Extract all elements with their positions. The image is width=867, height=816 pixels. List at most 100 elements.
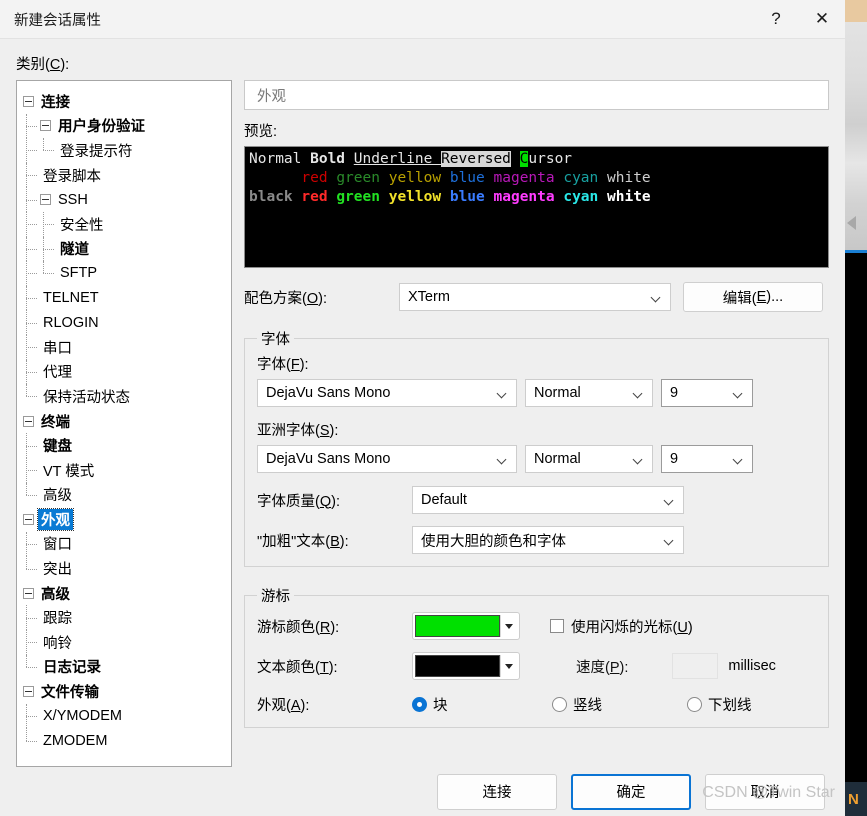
background-terminal	[845, 253, 867, 782]
tree-item[interactable]: 高级	[23, 482, 227, 508]
blink-cursor-checkbox[interactable]: 使用闪烁的光标(U)	[550, 616, 693, 637]
font-group: 字体 字体(F): DejaVu Sans Mono Normal 9 亚洲字体…	[244, 328, 829, 567]
tree-item[interactable]: X/YMODEM	[23, 703, 227, 729]
text-color-picker[interactable]	[412, 652, 520, 680]
background-window-titlebar	[845, 0, 867, 22]
cursor-group: 游标 游标颜色(R): 使用闪烁的光标(U) 文本颜色(T): 速度(P): m…	[244, 585, 829, 728]
tree-connector	[23, 531, 40, 557]
tree-item[interactable]: 窗口	[23, 531, 227, 557]
asian-font-size-select[interactable]: 9	[661, 445, 753, 473]
tree-expand-toggle-icon[interactable]	[40, 120, 51, 132]
tree-item[interactable]: 响铃	[23, 630, 227, 655]
chevron-down-icon	[498, 389, 507, 398]
font-row: DejaVu Sans Mono Normal 9	[257, 379, 816, 407]
font-quality-row: 字体质量(Q): Default	[257, 486, 816, 514]
tree-item[interactable]: 保持活动状态	[23, 384, 227, 409]
taskbar[interactable]: N	[845, 782, 867, 816]
help-button[interactable]: ?	[753, 0, 799, 38]
tree-item[interactable]: VT 模式	[23, 457, 227, 483]
tree-item[interactable]: 跟踪	[23, 605, 227, 630]
tree-expand-toggle-icon[interactable]	[40, 194, 51, 206]
cursor-color-label: 游标颜色(R):	[257, 619, 340, 636]
tree-item[interactable]: RLOGIN	[23, 310, 227, 335]
tree-item-label: 日志记录	[43, 660, 101, 677]
radio-icon	[412, 697, 427, 712]
collapse-left-arrow-icon[interactable]	[847, 216, 856, 230]
tree-expand-toggle-icon[interactable]	[23, 95, 34, 107]
checkbox-icon	[550, 619, 564, 633]
tree-item[interactable]: 登录提示符	[23, 138, 227, 163]
preview-color-magenta: magenta	[493, 189, 555, 205]
tree-item-label: VT 模式	[43, 463, 95, 480]
chevron-down-icon	[634, 389, 643, 398]
tree-item[interactable]: 隧道	[23, 236, 227, 262]
preview-line3: black red green yellow blue magenta cyan…	[249, 189, 651, 205]
font-quality-value: Default	[421, 492, 467, 508]
speed-input[interactable]	[672, 653, 719, 679]
color-scheme-value: XTerm	[408, 289, 450, 305]
font-family-value: DejaVu Sans Mono	[266, 385, 391, 401]
tree-expand-toggle-icon[interactable]	[23, 686, 34, 698]
tree-item[interactable]: 登录脚本	[23, 162, 227, 188]
tree-item[interactable]: 安全性	[23, 211, 227, 237]
tree-item[interactable]: 高级	[23, 581, 227, 606]
bold-text-select[interactable]: 使用大胆的颜色和字体	[412, 526, 684, 554]
cursor-shape-option-vertical[interactable]: 竖线	[552, 694, 687, 715]
asian-font-style-value: Normal	[534, 451, 581, 467]
tree-item[interactable]: ZMODEM	[23, 728, 227, 753]
asian-font-size-value: 9	[670, 451, 679, 467]
tree-item[interactable]: TELNET	[23, 285, 227, 311]
tree-item[interactable]: 终端	[23, 409, 227, 434]
tree-item-label: 隧道	[60, 242, 89, 259]
font-size-select[interactable]: 9	[661, 379, 753, 407]
preview-color-yellow: yellow	[388, 170, 442, 186]
tree-item-label: 用户身份验证	[58, 119, 145, 136]
tree-expand-toggle-icon[interactable]	[23, 587, 34, 599]
chevron-down-icon	[665, 496, 674, 505]
category-tree[interactable]: 连接用户身份验证登录提示符登录脚本 SSH 安全性隧道 SFTP TELNET RLOGI…	[16, 80, 232, 767]
tree-item[interactable]: 文件传输	[23, 679, 227, 704]
cursor-shape-option-block[interactable]: 块	[412, 694, 552, 715]
tree-item-label: 键盘	[43, 439, 72, 456]
cursor-shape-option-underline[interactable]: 下划线	[687, 694, 752, 715]
tree-item[interactable]: 日志记录	[23, 654, 227, 680]
preview-label: 预览:	[244, 124, 278, 140]
chevron-down-icon[interactable]	[500, 655, 517, 677]
tree-item[interactable]: 用户身份验证	[23, 113, 227, 139]
tree-expand-toggle-icon[interactable]	[23, 415, 34, 427]
tree-item[interactable]: SFTP	[23, 261, 227, 286]
tree-item[interactable]: 串口	[23, 334, 227, 360]
asian-font-family-select[interactable]: DejaVu Sans Mono	[257, 445, 517, 473]
font-style-select[interactable]: Normal	[525, 379, 653, 407]
dialog-titlebar[interactable]: 新建会话属性 ? ✕	[0, 0, 845, 39]
ok-button[interactable]: 确定	[571, 773, 691, 810]
font-quality-select[interactable]: Default	[412, 486, 684, 514]
tree-item[interactable]: 连接	[23, 89, 227, 114]
tree-expand-toggle-icon[interactable]	[23, 513, 34, 525]
tree-item[interactable]: 键盘	[23, 433, 227, 458]
color-scheme-select[interactable]: XTerm	[399, 283, 671, 311]
tree-item[interactable]: 突出	[23, 556, 227, 581]
tree-item[interactable]: 外观	[23, 507, 227, 532]
cursor-color-swatch	[415, 615, 500, 637]
cancel-button[interactable]: 取消	[705, 773, 825, 810]
asian-font-row: DejaVu Sans Mono Normal 9	[257, 445, 816, 473]
tree-item[interactable]: 代理	[23, 359, 227, 385]
close-button[interactable]: ✕	[799, 0, 845, 38]
cursor-color-picker[interactable]	[412, 612, 520, 640]
preview-normal: Normal	[249, 151, 311, 167]
background-window[interactable]: N	[845, 0, 867, 816]
font-family-select[interactable]: DejaVu Sans Mono	[257, 379, 517, 407]
chevron-down-icon[interactable]	[500, 615, 517, 637]
taskbar-label: N	[848, 790, 859, 808]
tree-connector	[23, 384, 40, 409]
preview-color-red: red	[301, 189, 328, 205]
tree-connector	[40, 261, 57, 286]
asian-font-style-select[interactable]: Normal	[525, 445, 653, 473]
tree-connector	[23, 310, 40, 335]
tree-item-label: 登录脚本	[43, 168, 101, 185]
edit-scheme-button[interactable]: 编辑(E)...	[683, 282, 823, 312]
connect-button[interactable]: 连接	[437, 773, 557, 810]
dialog-footer: 连接 确定 取消	[0, 767, 845, 816]
tree-item[interactable]: SSH	[23, 187, 227, 212]
